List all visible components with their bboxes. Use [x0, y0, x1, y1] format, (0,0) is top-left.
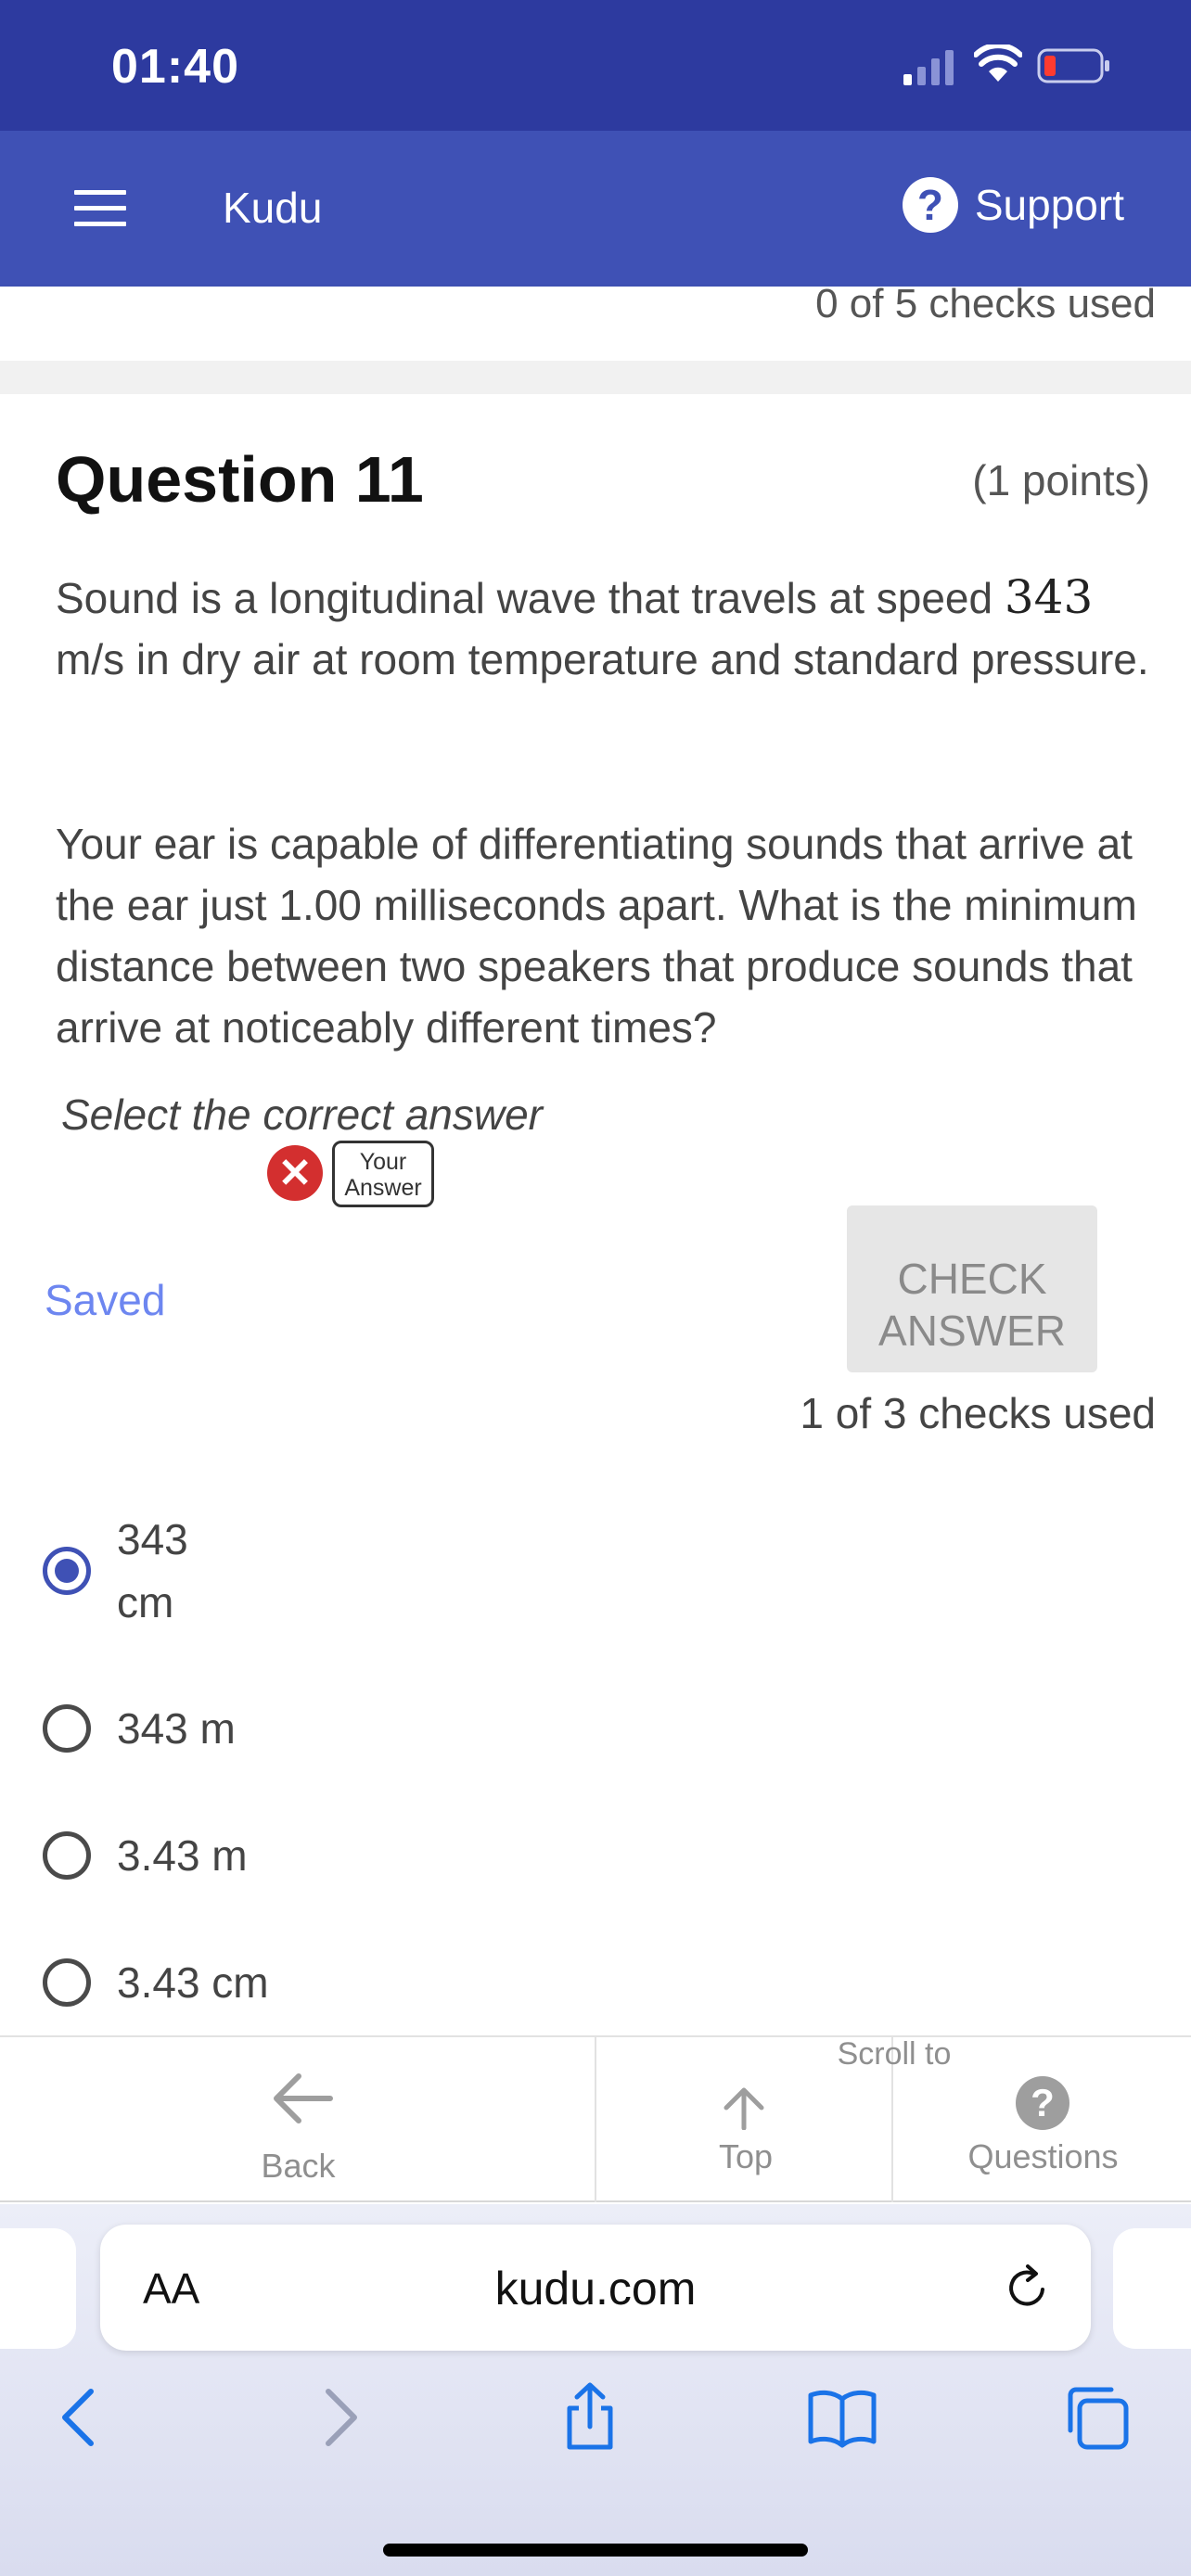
browser-toolbar — [0, 2380, 1191, 2473]
card-divider — [0, 361, 1191, 394]
previous-tab-preview[interactable] — [0, 2228, 76, 2349]
math-value: 343 — [1004, 570, 1094, 624]
cellular-signal-icon — [903, 50, 954, 85]
address-bar[interactable]: AA kudu.com — [100, 2225, 1091, 2351]
back-label: Back — [261, 2147, 336, 2185]
arrow-left-icon — [274, 2073, 333, 2123]
answer-option-label: 343 m — [117, 1704, 236, 1753]
question-title: Question 11 — [56, 443, 424, 516]
wifi-icon — [974, 45, 1022, 82]
answer-option-label: 3.43 m — [117, 1831, 248, 1880]
bookmarks-icon[interactable] — [805, 2380, 879, 2455]
radio-button-selected[interactable] — [43, 1547, 91, 1595]
incorrect-x-icon: ✕ — [267, 1145, 323, 1201]
tabs-icon[interactable] — [1059, 2380, 1133, 2455]
answer-option-4[interactable]: 3.43 cm — [43, 1958, 269, 2008]
radio-button[interactable] — [43, 1958, 91, 2007]
question-instruction: Select the correct answer — [61, 1090, 544, 1139]
radio-button[interactable] — [43, 1704, 91, 1753]
top-label: Top — [718, 2137, 774, 2175]
answer-option-2[interactable]: 343 m — [43, 1703, 236, 1753]
home-indicator — [383, 2544, 808, 2557]
question-card: Question 11 (1 points) Sound is a longit… — [0, 394, 1191, 2035]
questions-label: Questions — [967, 2137, 1119, 2175]
previous-checks-used: 0 of 5 checks used — [815, 281, 1156, 326]
answer-option-label: 3.43 cm — [117, 1958, 269, 2007]
support-button[interactable]: ? Support — [902, 177, 1124, 233]
url-text[interactable]: kudu.com — [100, 2262, 1091, 2315]
hamburger-menu-icon[interactable] — [74, 190, 126, 227]
app-header: Kudu ? Support — [0, 131, 1191, 287]
previous-question-card: 0 of 5 checks used — [0, 281, 1191, 361]
check-answer-button[interactable]: CHECK ANSWER — [847, 1205, 1097, 1372]
browser-chrome: AA kudu.com — [0, 2204, 1191, 2576]
question-text-prompt: Your ear is capable of differentiating s… — [56, 820, 1137, 1052]
checks-used-counter: 1 of 3 checks used — [800, 1389, 1156, 1437]
next-tab-preview[interactable] — [1113, 2228, 1191, 2349]
answer-option-1[interactable]: 343 cm — [43, 1508, 247, 1634]
battery-low-icon — [1037, 48, 1109, 83]
status-bar: 01:40 — [0, 0, 1191, 131]
your-answer-badge: Your Answer — [332, 1141, 434, 1207]
support-label: Support — [974, 181, 1124, 229]
share-icon[interactable] — [553, 2380, 627, 2455]
saved-status: Saved — [45, 1276, 166, 1324]
browser-back-icon[interactable] — [43, 2380, 117, 2455]
browser-forward-icon[interactable] — [302, 2380, 377, 2455]
reload-icon[interactable] — [1002, 2262, 1054, 2314]
app-title: Kudu — [223, 184, 323, 232]
back-button[interactable]: Back — [0, 2037, 596, 2202]
answer-option-label: 343 cm — [117, 1515, 188, 1626]
status-time: 01:40 — [111, 40, 239, 94]
scroll-to-label: Scroll to — [837, 2036, 952, 2072]
question-text-intro: Sound is a longitudinal wave that travel… — [56, 570, 1149, 683]
question-mark-icon: ? — [1016, 2076, 1069, 2130]
help-circle-icon: ? — [902, 177, 958, 233]
answer-option-3[interactable]: 3.43 m — [43, 1830, 248, 1881]
radio-button[interactable] — [43, 1831, 91, 1880]
question-points: (1 points) — [972, 456, 1150, 504]
arrow-up-icon — [724, 2087, 764, 2130]
